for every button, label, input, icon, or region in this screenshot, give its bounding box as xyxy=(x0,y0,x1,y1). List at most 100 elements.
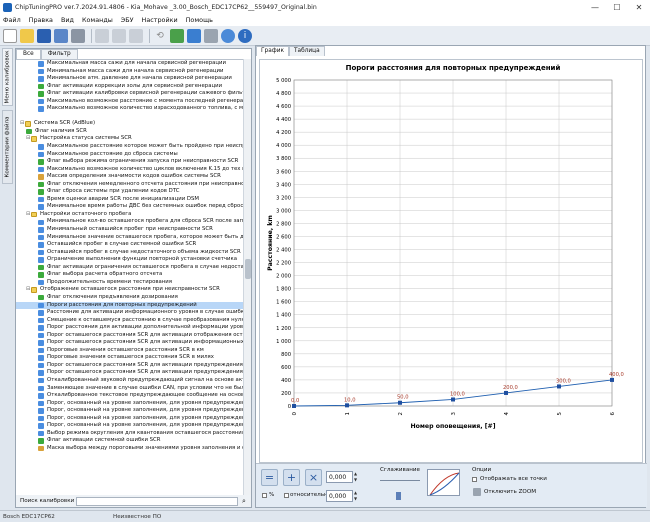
tree-item[interactable]: Продолжительность времени тестирования xyxy=(16,279,244,287)
tree-item[interactable]: Пороговые значения оставшегося расстояни… xyxy=(16,354,244,362)
menu-help[interactable]: Помощь xyxy=(186,16,213,24)
tree-item[interactable]: Минимальная масса сажи для начала сервис… xyxy=(16,68,244,76)
zoom-off-icon[interactable] xyxy=(473,488,481,496)
tree-item[interactable]: Флаг выбора режима ограничения запуска п… xyxy=(16,158,244,166)
tree-item[interactable]: Минимальное кол-во оставшегося пробега д… xyxy=(16,218,244,226)
menu-settings[interactable]: Настройки xyxy=(142,16,178,24)
maximize-button[interactable]: ☐ xyxy=(606,0,628,14)
calibration-menu-tab[interactable]: Меню калибровок xyxy=(2,48,13,106)
save-icon[interactable] xyxy=(37,28,51,43)
file-comments-tab[interactable]: Комментарии файла xyxy=(2,110,13,184)
percent-checkbox[interactable] xyxy=(262,493,267,498)
chart-area[interactable]: Пороги расстояния для повторных предупре… xyxy=(259,59,643,463)
tree-item[interactable]: Порог оставшегося расстояния SCR для акт… xyxy=(16,339,244,347)
search-icon[interactable]: ⌕ xyxy=(242,497,251,506)
tree-item[interactable]: Маска выбора между пороговыми значениями… xyxy=(16,445,244,453)
open-folder-icon[interactable] xyxy=(20,28,34,43)
tree-item[interactable]: Порог оставшегося расстояния SCR для акт… xyxy=(16,362,244,370)
tree-item[interactable]: Откалиброванное текстовое предупреждающе… xyxy=(16,392,244,400)
tree-item[interactable]: Оставшийся пробег в случае системной оши… xyxy=(16,241,244,249)
tree-folder[interactable]: ⊟ Настройка статуса системы SCR xyxy=(16,135,244,143)
tree-item[interactable]: Минимальное атм. давление для начала сер… xyxy=(16,75,244,83)
tree-folder[interactable]: ⊟ Система SCR (AdBlue) xyxy=(16,120,244,128)
tree-item[interactable]: Порог расстояния для активации дополните… xyxy=(16,324,244,332)
tree-item[interactable]: Оставшийся пробег в случае недостаточног… xyxy=(16,249,244,257)
tree-scrollbar[interactable] xyxy=(243,59,251,495)
tab-filter[interactable]: Фильтр xyxy=(40,49,78,59)
plus-icon[interactable]: + xyxy=(283,469,300,486)
tree-item[interactable]: Флаг наличия SCR xyxy=(16,128,244,136)
tree-item[interactable]: Флаг активации системной ошибки SCR xyxy=(16,437,244,445)
paste-icon[interactable] xyxy=(129,28,143,43)
show-points-checkbox[interactable] xyxy=(472,477,477,482)
compare-icon[interactable] xyxy=(187,28,201,43)
tree-item[interactable] xyxy=(16,113,244,121)
tree-item[interactable]: Порог, основанный на уровне заполнения, … xyxy=(16,400,244,408)
undo-icon[interactable]: ⟲ xyxy=(153,29,167,43)
cut-icon[interactable] xyxy=(95,28,109,43)
menu-commands[interactable]: Команды xyxy=(82,16,113,24)
ecu-icon[interactable] xyxy=(204,28,218,43)
value-input-1[interactable]: 0,000 xyxy=(326,471,353,483)
tree-item[interactable]: Порог, основанный на уровне заполнения, … xyxy=(16,407,244,415)
tab-graph[interactable]: График xyxy=(256,46,289,56)
tree-item[interactable]: Расстояние для активации информационного… xyxy=(16,309,244,317)
checksum-icon[interactable] xyxy=(170,28,184,43)
tree-item[interactable]: Флаг активации коррекции золы для сервис… xyxy=(16,83,244,91)
tree-item[interactable]: Порог, основанный на уровне заполнения, … xyxy=(16,415,244,423)
value-spinner-1[interactable]: ▲ ▼ xyxy=(354,471,359,483)
menu-file[interactable]: Файл xyxy=(3,16,21,24)
settings-icon[interactable] xyxy=(221,28,235,43)
tree-item[interactable]: Флаг выбора расчета обратного отсчета xyxy=(16,271,244,279)
menu-edit[interactable]: Правка xyxy=(29,16,53,24)
tree-item[interactable]: Флаг отключения немедленного отсчета рас… xyxy=(16,181,244,189)
smoothing-slider[interactable] xyxy=(380,477,420,481)
value-spinner-2[interactable]: ▲ ▼ xyxy=(354,490,359,502)
tree-item[interactable]: Флаг активации калибровки сервисной реге… xyxy=(16,90,244,98)
tree-item[interactable]: Пороговые значения оставшегося расстояни… xyxy=(16,347,244,355)
menu-view[interactable]: Вид xyxy=(61,16,74,24)
tree-item[interactable]: Флаг сброса системы при удалении кодов D… xyxy=(16,188,244,196)
tree-item[interactable]: Максимально возможное количество израсхо… xyxy=(16,105,244,113)
minimize-button[interactable]: — xyxy=(584,0,606,14)
multiply-icon[interactable]: × xyxy=(305,469,322,486)
relative-checkbox[interactable] xyxy=(284,493,289,498)
zoom-off-label[interactable]: Отключить ZOOM xyxy=(484,489,536,495)
value-input-2[interactable]: 0,000 xyxy=(326,490,353,502)
tree-item[interactable]: Массив определения значимости кодов ошиб… xyxy=(16,173,244,181)
tree-item[interactable]: Порог оставшегося расстояния SCR для акт… xyxy=(16,332,244,340)
tree-item[interactable]: Минимальный оставшийся пробег при неиспр… xyxy=(16,226,244,234)
tree-item[interactable]: Заменяющее значение в случае ошибки CAN,… xyxy=(16,385,244,393)
equal-icon[interactable]: = xyxy=(261,469,278,486)
save-as-icon[interactable] xyxy=(54,28,68,43)
info-icon[interactable]: i xyxy=(238,28,252,43)
tree-item[interactable]: Максимально возможное расстояние с момен… xyxy=(16,98,244,106)
tree-item[interactable]: Ограничение выполнения функции повторной… xyxy=(16,256,244,264)
tree-item[interactable]: Минимальное время работы ДВС без системн… xyxy=(16,203,244,211)
tree-item[interactable]: Выбор режима округления для квантования … xyxy=(16,430,244,438)
close-button[interactable]: ✕ xyxy=(628,0,650,14)
tab-all[interactable]: Все xyxy=(16,49,41,59)
tree-item[interactable]: Максимальная масса сажи для начала серви… xyxy=(16,60,244,68)
tree-item[interactable]: Порог, основанный на уровне заполнения, … xyxy=(16,422,244,430)
tree-item[interactable]: Смещение к оставшемуся расстоянию в случ… xyxy=(16,317,244,325)
tree-item[interactable]: Откалиброванный звуковой предупреждающий… xyxy=(16,377,244,385)
tab-table[interactable]: Таблица xyxy=(289,46,325,56)
smoothing-slider-handle[interactable] xyxy=(396,492,401,500)
search-input[interactable] xyxy=(76,496,238,506)
tree-item[interactable]: Пороги расстояния для повторных предупре… xyxy=(16,301,244,310)
copy-icon[interactable] xyxy=(112,28,126,43)
tree-item[interactable]: Время оценки аварии SCR после инициализа… xyxy=(16,196,244,204)
tree-item[interactable]: Минимальное значение оставшегося пробега… xyxy=(16,234,244,242)
tree-folder[interactable]: ⊟ Отображение оставшегося расстояния при … xyxy=(16,286,244,294)
tree-item[interactable]: Максимальное расстояние до сброса систем… xyxy=(16,151,244,159)
tree-item[interactable]: Порог оставшегося расстояния SCR для акт… xyxy=(16,369,244,377)
tree-item[interactable]: Флаг отключения предъявления дозирования xyxy=(16,294,244,302)
print-icon[interactable] xyxy=(71,28,85,43)
tree-item[interactable]: Максимально возможное количество циклов … xyxy=(16,166,244,174)
new-file-icon[interactable] xyxy=(3,28,17,43)
tree-item[interactable]: Флаг активации ограничения оставшегося п… xyxy=(16,264,244,272)
tree-item[interactable]: Максимальное расстояние которое может бы… xyxy=(16,143,244,151)
tree-folder[interactable]: ⊟ Настройки остаточного пробега xyxy=(16,211,244,219)
menu-ecu[interactable]: ЭБУ xyxy=(121,16,134,24)
